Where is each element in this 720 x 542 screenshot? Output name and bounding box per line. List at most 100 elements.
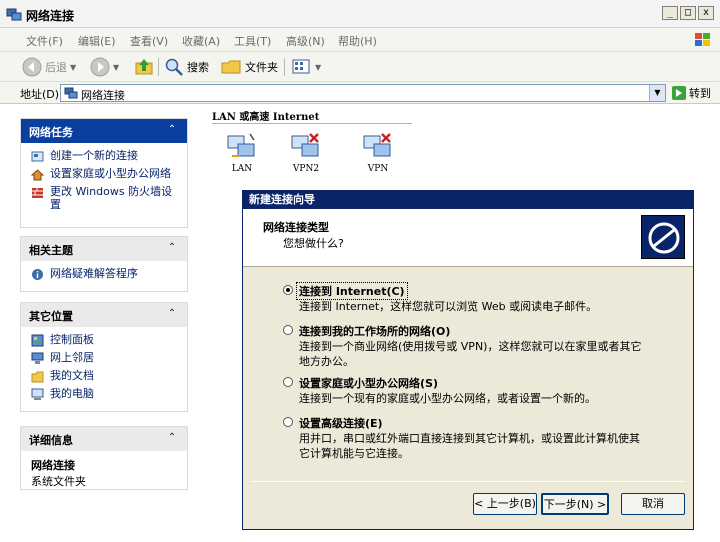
- back-step-button[interactable]: < 上一步(B): [473, 493, 537, 515]
- place-my-computer[interactable]: 我的电脑: [31, 387, 181, 401]
- network-tasks-header[interactable]: 网络任务 ⌃: [21, 119, 187, 143]
- back-button[interactable]: 后退 ▼: [22, 57, 76, 77]
- task-label: 更改 Windows 防火墙设置: [50, 185, 173, 211]
- forward-arrow-icon: [90, 57, 110, 77]
- connection-label: VPN: [367, 164, 389, 174]
- radio-connect-internet[interactable]: [283, 285, 293, 295]
- new-connection-wizard: 新建连接向导 网络连接类型 您想做什么? 连接到 Internet(C) 连接到…: [242, 190, 694, 530]
- details-type: 系统文件夹: [31, 475, 86, 488]
- home-network-icon: [31, 169, 44, 181]
- option-description: 用并口，串口或红外端口直接连接到其它计算机，或设置此计算机使其它计算机能与它连接…: [299, 432, 640, 460]
- menu-favorites[interactable]: 收藏(A): [182, 33, 220, 49]
- connection-vpn2[interactable]: VPN2: [286, 132, 326, 174]
- other-places-header[interactable]: 其它位置 ⌃: [21, 303, 187, 327]
- related-topics-header[interactable]: 相关主题 ⌃: [21, 237, 187, 261]
- place-label: 控制面板: [50, 333, 94, 346]
- place-my-network[interactable]: 网上邻居: [31, 351, 181, 365]
- radio-setup-home-network[interactable]: [283, 377, 293, 387]
- views-dropdown-icon: ▼: [315, 62, 322, 72]
- toolbar-divider: [284, 58, 285, 76]
- place-my-documents[interactable]: 我的文档: [31, 369, 181, 383]
- folders-label: 文件夹: [245, 61, 278, 74]
- forward-dropdown-icon[interactable]: ▼: [113, 63, 119, 72]
- maximize-button[interactable]: □: [680, 6, 696, 20]
- task-label: 创建一个新的连接: [50, 149, 138, 162]
- title-bar: 网络连接 _ □ x: [0, 0, 720, 28]
- other-places-panel: 其它位置 ⌃ 控制面板 网上邻居 我的文档 我的电脑: [20, 302, 188, 412]
- wizard-header-title: 网络连接类型: [263, 221, 329, 234]
- views-icon: [292, 59, 310, 74]
- address-label: 地址(D): [20, 88, 60, 101]
- control-panel-icon: [31, 334, 44, 347]
- task-create-connection[interactable]: 创建一个新的连接: [31, 149, 181, 163]
- option-description: 连接到 Internet，这样您就可以浏览 Web 或阅读电子邮件。: [299, 300, 598, 313]
- connection-lan[interactable]: LAN: [222, 132, 262, 174]
- cancel-button[interactable]: 取消: [621, 493, 685, 515]
- explorer-content: 网络任务 ⌃ 创建一个新的连接 设置家庭或小型办公网络 更改 Windows 防…: [0, 104, 720, 542]
- place-label: 我的文档: [50, 369, 94, 382]
- option-label: 设置高级连接(E): [299, 417, 383, 430]
- close-button[interactable]: x: [698, 6, 714, 20]
- minimize-button[interactable]: _: [662, 6, 678, 20]
- address-input[interactable]: 网络连接 ▼: [60, 84, 666, 102]
- connection-vpn[interactable]: VPN: [358, 132, 398, 174]
- menu-advanced[interactable]: 高级(N): [286, 33, 325, 49]
- menu-help[interactable]: 帮助(H): [338, 33, 377, 49]
- collapse-chevron-icon[interactable]: ⌃: [165, 241, 179, 255]
- my-documents-icon: [31, 371, 44, 383]
- back-dropdown-icon[interactable]: ▼: [70, 63, 76, 72]
- up-folder-icon: [135, 59, 153, 75]
- panel-title: 其它位置: [29, 310, 73, 323]
- go-button[interactable]: 转到: [672, 85, 711, 101]
- connections-view: LAN 或高速 Internet LAN VPN2 VPN 新建连接向导 网络连…: [200, 104, 720, 542]
- details-panel: 详细信息 ⌃ 网络连接 系统文件夹: [20, 426, 188, 490]
- wizard-divider: [251, 481, 685, 482]
- address-bar: 地址(D) 网络连接 ▼ 转到: [0, 82, 720, 104]
- option-label: 连接到 Internet(C): [296, 282, 408, 300]
- collapse-chevron-icon[interactable]: ⌃: [165, 307, 179, 321]
- search-button[interactable]: 搜索: [164, 57, 209, 77]
- lan-connection-icon: [227, 133, 255, 157]
- window-title: 网络连接: [26, 9, 75, 23]
- menu-file[interactable]: 文件(F): [26, 33, 63, 49]
- connection-label: LAN: [231, 164, 253, 174]
- forward-button[interactable]: ▼: [90, 57, 119, 77]
- connection-label: VPN2: [292, 164, 320, 174]
- my-computer-icon: [31, 388, 44, 400]
- collapse-chevron-icon[interactable]: ⌃: [165, 431, 179, 445]
- task-network-troubleshooter[interactable]: 网络疑难解答程序: [31, 267, 181, 281]
- menu-view[interactable]: 查看(V): [130, 33, 168, 49]
- menu-edit[interactable]: 编辑(E): [78, 33, 116, 49]
- network-places-icon: [31, 352, 44, 364]
- task-setup-home-network[interactable]: 设置家庭或小型办公网络: [31, 167, 181, 181]
- option-description: 连接到一个现有的家庭或小型办公网络，或者设置一个新的。: [299, 392, 596, 405]
- place-control-panel[interactable]: 控制面板: [31, 333, 181, 347]
- search-label: 搜索: [187, 61, 209, 74]
- task-firewall-settings[interactable]: 更改 Windows 防火墙设置: [31, 185, 181, 211]
- menu-tools[interactable]: 工具(T): [234, 33, 271, 49]
- next-step-button[interactable]: 下一步(N) >: [541, 493, 609, 515]
- option-label: 连接到我的工作场所的网络(O): [299, 325, 451, 338]
- group-header: LAN 或高速 Internet: [212, 108, 412, 124]
- toolbar: 后退 ▼ ▼ 搜索 文件夹 ▼: [0, 52, 720, 82]
- panel-title: 详细信息: [29, 434, 73, 447]
- related-topics-panel: 相关主题 ⌃ 网络疑难解答程序: [20, 236, 188, 292]
- vpn-connection-disconnected-icon: [291, 133, 319, 157]
- radio-advanced-connection[interactable]: [283, 417, 293, 427]
- collapse-chevron-icon[interactable]: ⌃: [165, 123, 179, 137]
- network-connections-icon: [64, 87, 78, 99]
- radio-connect-workplace[interactable]: [283, 325, 293, 335]
- go-arrow-icon: [672, 86, 686, 100]
- task-label: 设置家庭或小型办公网络: [50, 167, 171, 180]
- search-icon: [165, 58, 183, 76]
- toolbar-divider: [158, 58, 159, 76]
- folders-button[interactable]: 文件夹: [220, 57, 278, 77]
- views-button[interactable]: ▼: [292, 57, 321, 77]
- up-folder-button[interactable]: [134, 57, 154, 77]
- go-label: 转到: [689, 87, 711, 100]
- place-label: 网上邻居: [50, 351, 94, 364]
- details-header[interactable]: 详细信息 ⌃: [21, 427, 187, 451]
- address-dropdown-icon[interactable]: ▼: [649, 85, 665, 101]
- window-controls: _ □ x: [662, 6, 714, 20]
- option-description: 连接到一个商业网络(使用拨号或 VPN)，这样您就可以在家里或者其它地方办公。: [299, 340, 642, 368]
